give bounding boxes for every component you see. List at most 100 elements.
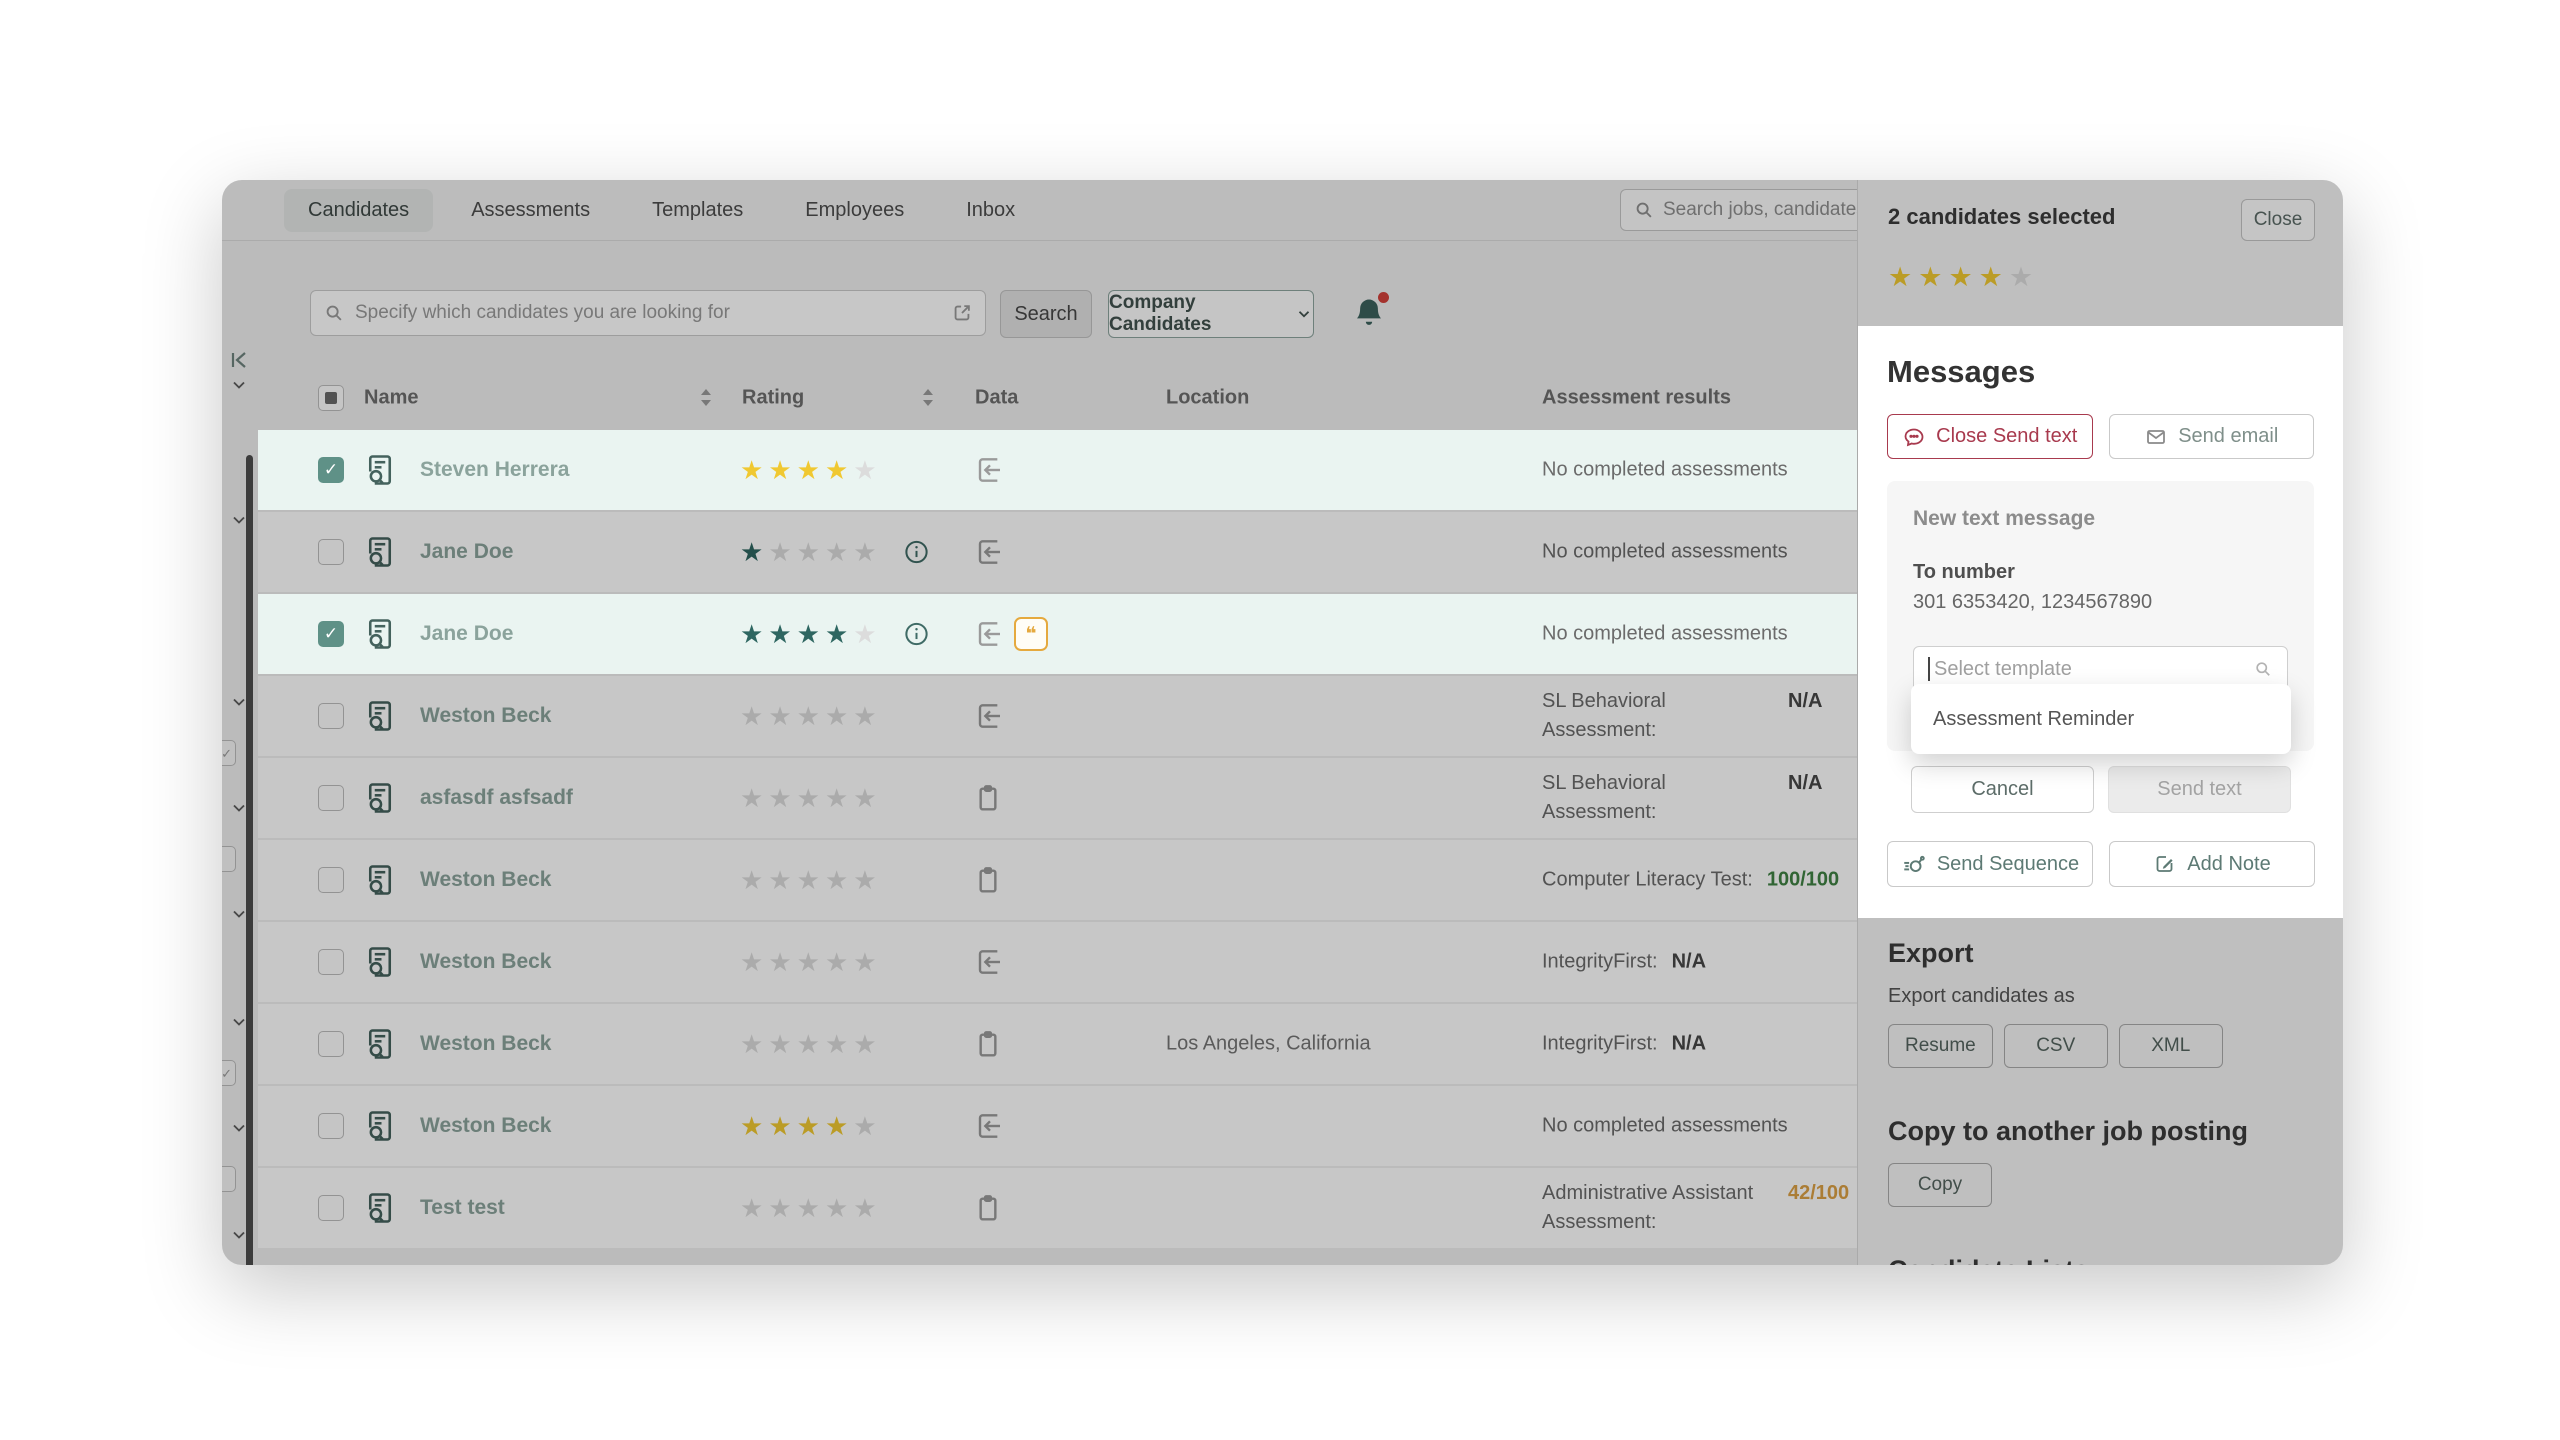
star-empty-icon[interactable]: ★	[797, 539, 820, 565]
star-empty-icon[interactable]: ★	[853, 1031, 876, 1057]
chevron-down-icon[interactable]	[229, 1012, 249, 1032]
import-data-icon[interactable]	[972, 454, 1004, 486]
star-empty-icon[interactable]: ★	[853, 539, 876, 565]
star-empty-icon[interactable]: ★	[797, 1031, 820, 1057]
star-empty-icon[interactable]: ★	[825, 867, 848, 893]
star-filled-icon[interactable]: ★	[1948, 264, 1972, 291]
star-filled-icon[interactable]: ★	[740, 457, 763, 483]
clipboard-icon[interactable]	[972, 1028, 1004, 1060]
tab-candidates[interactable]: Candidates	[284, 189, 433, 232]
candidate-name[interactable]: asfasdf asfsadf	[420, 786, 573, 810]
star-empty-icon[interactable]: ★	[768, 703, 791, 729]
rating-stars[interactable]: ★★★★★	[740, 703, 877, 729]
chevron-down-icon[interactable]	[229, 510, 249, 530]
star-empty-icon[interactable]: ★	[825, 949, 848, 975]
export-resume-button[interactable]: Resume	[1888, 1024, 1993, 1068]
row-checkbox[interactable]	[318, 1195, 344, 1221]
star-empty-icon[interactable]: ★	[825, 703, 848, 729]
star-filled-icon[interactable]: ★	[1979, 264, 2003, 291]
template-option[interactable]: Assessment Reminder	[1933, 708, 2134, 731]
table-row[interactable]: ✓Steven Herrera★★★★★No completed assessm…	[258, 430, 1857, 510]
column-header-location[interactable]: Location	[1166, 386, 1249, 409]
star-empty-icon[interactable]: ★	[825, 1031, 848, 1057]
star-empty-icon[interactable]: ★	[740, 867, 763, 893]
table-row[interactable]: Weston Beck★★★★★Computer Literacy Test:1…	[258, 840, 1857, 920]
resume-preview-icon[interactable]	[362, 452, 398, 488]
table-row[interactable]: Weston Beck★★★★★Los Angeles, CaliforniaI…	[258, 1004, 1857, 1084]
star-empty-icon[interactable]: ★	[740, 949, 763, 975]
import-data-icon[interactable]	[972, 536, 1004, 568]
sidebar-scrollbar[interactable]	[246, 455, 253, 1265]
export-xml-button[interactable]: XML	[2119, 1024, 2223, 1068]
star-empty-icon[interactable]: ★	[740, 1031, 763, 1057]
resume-preview-icon[interactable]	[362, 780, 398, 816]
star-filled-icon[interactable]: ★	[768, 621, 791, 647]
row-checkbox[interactable]: ✓	[318, 621, 344, 647]
row-checkbox[interactable]	[318, 785, 344, 811]
candidate-name[interactable]: Weston Beck	[420, 868, 552, 892]
star-filled-icon[interactable]: ★	[768, 457, 791, 483]
star-empty-icon[interactable]: ★	[853, 703, 876, 729]
candidate-name[interactable]: Jane Doe	[420, 540, 513, 564]
resume-preview-icon[interactable]	[362, 534, 398, 570]
candidate-name[interactable]: Weston Beck	[420, 1032, 552, 1056]
resume-preview-icon[interactable]	[362, 1026, 398, 1062]
star-filled-icon[interactable]: ★	[797, 457, 820, 483]
import-data-icon[interactable]	[972, 700, 1004, 732]
star-empty-icon[interactable]: ★	[853, 621, 876, 647]
close-panel-button[interactable]: Close	[2241, 199, 2315, 241]
candidate-name[interactable]: Steven Herrera	[420, 458, 569, 482]
sidebar-checkbox[interactable]	[222, 1166, 236, 1192]
star-empty-icon[interactable]: ★	[853, 1195, 876, 1221]
chevron-down-icon[interactable]	[229, 904, 249, 924]
send-text-button[interactable]: Send text	[2108, 766, 2291, 813]
star-empty-icon[interactable]: ★	[768, 539, 791, 565]
star-filled-icon[interactable]: ★	[797, 1113, 820, 1139]
candidate-name[interactable]: Jane Doe	[420, 622, 513, 646]
star-empty-icon[interactable]: ★	[768, 785, 791, 811]
star-empty-icon[interactable]: ★	[768, 1195, 791, 1221]
sidebar-checkbox[interactable]	[222, 846, 236, 872]
tab-assessments[interactable]: Assessments	[447, 189, 614, 232]
table-row[interactable]: Weston Beck★★★★★No completed assessments	[258, 1086, 1857, 1166]
star-filled-icon[interactable]: ★	[768, 1113, 791, 1139]
resume-preview-icon[interactable]	[362, 1108, 398, 1144]
sidebar-checkbox[interactable]: ✓	[222, 740, 236, 766]
collapse-panel-icon[interactable]	[228, 348, 252, 372]
search-button[interactable]: Search	[1000, 290, 1092, 338]
info-icon[interactable]	[903, 621, 930, 648]
table-row[interactable]: Weston Beck★★★★★IntegrityFirst:N/A	[258, 922, 1857, 1002]
star-filled-icon[interactable]: ★	[825, 1113, 848, 1139]
clipboard-icon[interactable]	[972, 782, 1004, 814]
star-filled-icon[interactable]: ★	[797, 621, 820, 647]
resume-preview-icon[interactable]	[362, 616, 398, 652]
star-empty-icon[interactable]: ★	[853, 867, 876, 893]
rating-stars[interactable]: ★★★★★	[740, 1195, 877, 1221]
export-csv-button[interactable]: CSV	[2004, 1024, 2108, 1068]
row-checkbox[interactable]	[318, 949, 344, 975]
quote-icon[interactable]: ❝	[1014, 617, 1048, 651]
star-filled-icon[interactable]: ★	[825, 457, 848, 483]
star-empty-icon[interactable]: ★	[768, 1031, 791, 1057]
candidate-name[interactable]: Weston Beck	[420, 950, 552, 974]
sort-icon-rating[interactable]	[921, 387, 935, 409]
star-empty-icon[interactable]: ★	[740, 703, 763, 729]
info-icon[interactable]	[903, 539, 930, 566]
row-checkbox[interactable]	[318, 1113, 344, 1139]
chevron-down-icon[interactable]	[229, 1225, 249, 1245]
rating-stars[interactable]: ★★★★★	[740, 949, 877, 975]
star-filled-icon[interactable]: ★	[740, 1113, 763, 1139]
table-row[interactable]: ✓Jane Doe★★★★★❝No completed assessments	[258, 594, 1857, 674]
notifications-bell-icon[interactable]	[1350, 294, 1390, 334]
resume-preview-icon[interactable]	[362, 698, 398, 734]
send-email-button[interactable]: Send email	[2109, 414, 2315, 459]
row-checkbox[interactable]	[318, 703, 344, 729]
star-filled-icon[interactable]: ★	[1918, 264, 1942, 291]
star-filled-icon[interactable]: ★	[740, 539, 763, 565]
star-empty-icon[interactable]: ★	[853, 949, 876, 975]
resume-preview-icon[interactable]	[362, 944, 398, 980]
column-header-assessment[interactable]: Assessment results	[1542, 386, 1731, 409]
tab-inbox[interactable]: Inbox	[942, 189, 1039, 232]
resume-preview-icon[interactable]	[362, 1190, 398, 1226]
star-empty-icon[interactable]: ★	[797, 785, 820, 811]
